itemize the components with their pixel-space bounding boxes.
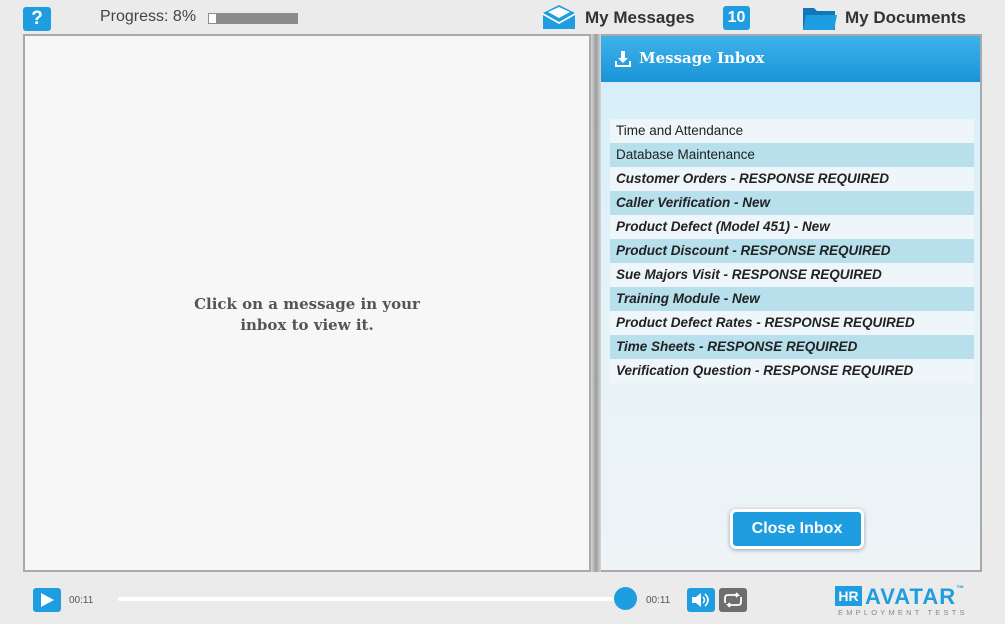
inbox-message-item[interactable]: Time Sheets - RESPONSE REQUIRED bbox=[610, 335, 974, 359]
inbox-message-item[interactable]: Time and Attendance bbox=[610, 119, 974, 143]
close-inbox-button[interactable]: Close Inbox bbox=[730, 509, 864, 549]
inbox-message-item[interactable]: Product Defect (Model 451) - New bbox=[610, 215, 974, 239]
envelope-icon[interactable] bbox=[541, 4, 577, 30]
inbox-message-item[interactable]: Product Discount - RESPONSE REQUIRED bbox=[610, 239, 974, 263]
download-icon bbox=[615, 51, 631, 67]
help-button[interactable]: ? bbox=[23, 7, 51, 31]
logo-wordmark: AVATAR™ bbox=[865, 584, 965, 610]
play-icon bbox=[41, 593, 54, 607]
duration-time: 00:11 bbox=[646, 595, 671, 606]
inbox-message-item[interactable]: Caller Verification - New bbox=[610, 191, 974, 215]
inbox-message-item[interactable]: Product Defect Rates - RESPONSE REQUIRED bbox=[610, 311, 974, 335]
message-inbox-panel: Message Inbox Time and Attendance Databas… bbox=[601, 34, 982, 572]
my-messages-link[interactable]: My Messages bbox=[585, 8, 695, 28]
message-viewer: Click on a message in your inbox to view… bbox=[23, 34, 591, 572]
loop-icon bbox=[724, 592, 742, 608]
logo-trademark: ™ bbox=[956, 584, 966, 593]
inbox-title: Message Inbox bbox=[639, 49, 765, 67]
elapsed-time: 00:11 bbox=[69, 595, 94, 606]
progress-label: Progress: 8% bbox=[100, 8, 197, 25]
folder-icon[interactable] bbox=[802, 5, 838, 31]
speaker-icon bbox=[692, 593, 709, 607]
message-list: Time and Attendance Database Maintenance C… bbox=[610, 119, 974, 383]
logo-tagline: EMPLOYMENT TESTS bbox=[838, 608, 968, 617]
logo-hr-mark: HR bbox=[835, 586, 862, 606]
seek-bar[interactable] bbox=[118, 597, 624, 601]
progress-bar-fill bbox=[209, 14, 217, 23]
inbox-header: Message Inbox bbox=[601, 36, 980, 82]
inbox-message-item[interactable]: Training Module - New bbox=[610, 287, 974, 311]
logo-name: AVATAR bbox=[865, 584, 957, 609]
viewer-hint-line1: Click on a message in your bbox=[194, 295, 420, 313]
viewer-hint-line2: inbox to view it. bbox=[240, 316, 374, 334]
volume-button[interactable] bbox=[687, 588, 715, 612]
viewer-hint: Click on a message in your inbox to view… bbox=[25, 294, 589, 336]
inbox-message-item[interactable]: Customer Orders - RESPONSE REQUIRED bbox=[610, 167, 974, 191]
inbox-message-item[interactable]: Verification Question - RESPONSE REQUIRE… bbox=[610, 359, 974, 383]
play-button[interactable] bbox=[33, 588, 61, 612]
panel-divider bbox=[591, 34, 601, 572]
seek-handle[interactable] bbox=[614, 587, 637, 610]
progress-bar bbox=[208, 13, 298, 24]
my-documents-link[interactable]: My Documents bbox=[845, 8, 966, 28]
messages-count-badge: 10 bbox=[723, 6, 750, 30]
loop-button[interactable] bbox=[719, 588, 747, 612]
inbox-message-item[interactable]: Sue Majors Visit - RESPONSE REQUIRED bbox=[610, 263, 974, 287]
inbox-message-item[interactable]: Database Maintenance bbox=[610, 143, 974, 167]
